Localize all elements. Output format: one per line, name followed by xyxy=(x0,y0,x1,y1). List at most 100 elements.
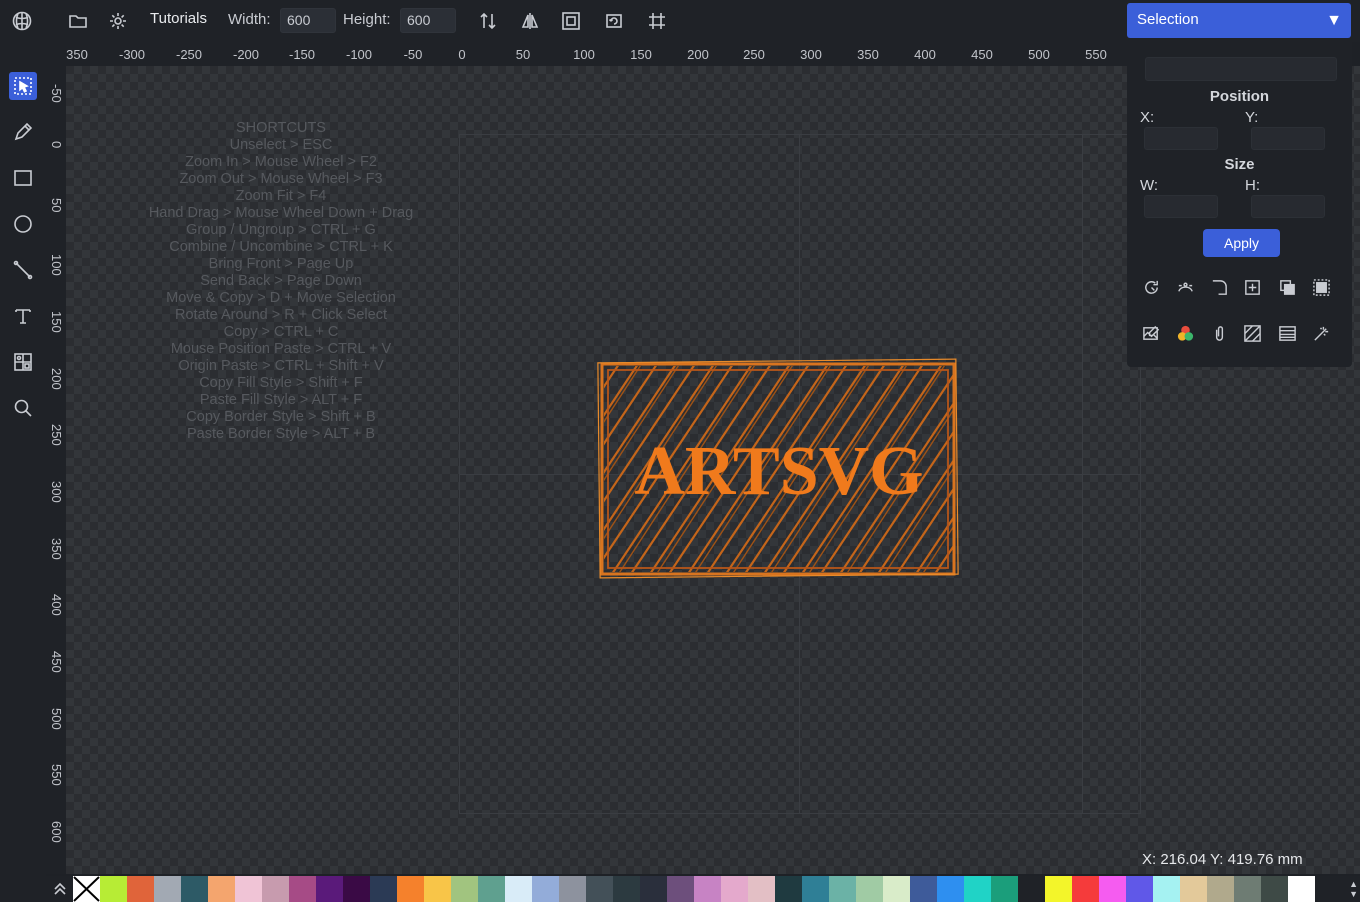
clip-icon[interactable] xyxy=(1208,322,1230,344)
color-swatch[interactable] xyxy=(451,876,478,902)
color-swatch[interactable] xyxy=(1018,876,1045,902)
color-swatch[interactable] xyxy=(559,876,586,902)
rectangle-tool-icon[interactable] xyxy=(9,164,37,192)
ruler-top-tick: -50 xyxy=(403,47,423,62)
chevron-up-icon[interactable] xyxy=(52,881,68,897)
crop-grid-icon[interactable] xyxy=(645,9,669,33)
color-swatch[interactable] xyxy=(883,876,910,902)
select-all-icon[interactable] xyxy=(1310,276,1332,298)
ruler-left-tick: 600 xyxy=(49,821,64,843)
color-swatch[interactable] xyxy=(748,876,775,902)
folder-icon[interactable] xyxy=(66,9,90,33)
color-swatch[interactable] xyxy=(289,876,316,902)
color-swatch[interactable] xyxy=(1099,876,1126,902)
color-swatch[interactable] xyxy=(1261,876,1288,902)
width-label: Width: xyxy=(228,11,271,28)
height-input[interactable]: 600 xyxy=(400,8,456,33)
color-swatch[interactable] xyxy=(1153,876,1180,902)
color-swatch[interactable] xyxy=(1288,876,1315,902)
image-edit-icon[interactable] xyxy=(1140,322,1162,344)
tutorials-link[interactable]: Tutorials xyxy=(150,10,207,27)
hatch-fill-icon[interactable] xyxy=(1241,322,1263,344)
line-tool-icon[interactable] xyxy=(9,256,37,284)
color-swatch[interactable] xyxy=(1072,876,1099,902)
select-tool-icon[interactable] xyxy=(9,72,37,100)
color-swatch[interactable] xyxy=(370,876,397,902)
color-swatch[interactable] xyxy=(829,876,856,902)
shortcut-item: Unselect > ESC xyxy=(229,137,333,153)
ruler-left-tick: 500 xyxy=(49,708,64,730)
color-swatch[interactable] xyxy=(1126,876,1153,902)
size-h-input[interactable] xyxy=(1251,195,1325,218)
color-swatch[interactable] xyxy=(235,876,262,902)
zoom-tool-icon[interactable] xyxy=(9,394,37,422)
size-w-input[interactable] xyxy=(1144,195,1218,218)
ruler-left-tick: 450 xyxy=(49,651,64,673)
gallery-tool-icon[interactable] xyxy=(9,348,37,376)
color-swatch[interactable] xyxy=(640,876,667,902)
color-swatch[interactable] xyxy=(343,876,370,902)
ellipse-tool-icon[interactable] xyxy=(9,210,37,238)
color-swatch[interactable] xyxy=(181,876,208,902)
selection-dropdown[interactable]: Selection ▼ xyxy=(1127,3,1351,38)
color-swatch[interactable] xyxy=(1045,876,1072,902)
corner-icon[interactable] xyxy=(1208,276,1230,298)
color-swatch[interactable] xyxy=(802,876,829,902)
ruler-left-tick: 150 xyxy=(49,311,64,333)
add-box-icon[interactable] xyxy=(1241,276,1263,298)
color-swatch[interactable] xyxy=(613,876,640,902)
layers-icon[interactable] xyxy=(1276,276,1298,298)
color-swatch[interactable] xyxy=(208,876,235,902)
color-swatch[interactable] xyxy=(397,876,424,902)
color-swatch[interactable] xyxy=(721,876,748,902)
refresh-shape-icon[interactable] xyxy=(1140,276,1162,298)
shortcut-item: Rotate Around > R + Click Select xyxy=(175,307,387,323)
color-swatch[interactable] xyxy=(964,876,991,902)
shortcut-item: Hand Drag > Mouse Wheel Down + Drag xyxy=(148,205,414,221)
path-nodes-icon[interactable] xyxy=(1174,276,1196,298)
color-swatch[interactable] xyxy=(1180,876,1207,902)
flip-horizontal-icon[interactable] xyxy=(518,9,542,33)
object-name-input[interactable] xyxy=(1145,57,1337,81)
color-swatch[interactable] xyxy=(100,876,127,902)
color-swatch[interactable] xyxy=(937,876,964,902)
vertical-align-icon[interactable] xyxy=(476,9,500,33)
color-circles-icon[interactable] xyxy=(1174,322,1196,344)
text-tool-icon[interactable] xyxy=(9,302,37,330)
color-swatch[interactable] xyxy=(478,876,505,902)
position-x-input[interactable] xyxy=(1144,127,1218,150)
ruler-left: -50 0 50 100 150 200 250 300 350 400 450 500 550 600 xyxy=(46,66,66,874)
color-swatch[interactable] xyxy=(694,876,721,902)
ruler-top-tick: -150 xyxy=(288,47,316,62)
color-swatch[interactable] xyxy=(910,876,937,902)
color-swatch[interactable] xyxy=(1207,876,1234,902)
width-input[interactable]: 600 xyxy=(280,8,336,33)
no-color-swatch[interactable] xyxy=(73,876,100,902)
color-swatch[interactable] xyxy=(127,876,154,902)
app-logo-icon[interactable] xyxy=(10,9,34,33)
color-swatch[interactable] xyxy=(856,876,883,902)
color-swatch[interactable] xyxy=(316,876,343,902)
color-swatch[interactable] xyxy=(532,876,559,902)
palette-scroll-icon[interactable]: ▲ ▼ xyxy=(1349,879,1358,899)
magic-wand-icon[interactable] xyxy=(1310,322,1332,344)
color-swatch[interactable] xyxy=(991,876,1018,902)
artsvg-logo-artwork[interactable]: ARTSVG xyxy=(596,356,962,582)
position-y-input[interactable] xyxy=(1251,127,1325,150)
apply-button[interactable]: Apply xyxy=(1203,229,1280,257)
color-swatch[interactable] xyxy=(1234,876,1261,902)
color-swatch[interactable] xyxy=(262,876,289,902)
rotate-frame-icon[interactable] xyxy=(602,9,626,33)
pattern-fill-icon[interactable] xyxy=(1276,322,1298,344)
color-swatch[interactable] xyxy=(586,876,613,902)
color-swatch[interactable] xyxy=(505,876,532,902)
gear-icon[interactable] xyxy=(106,9,130,33)
shortcut-item: Move & Copy > D + Move Selection xyxy=(166,290,396,306)
shortcut-item: Copy Fill Style > Shift + F xyxy=(199,375,363,391)
pencil-tool-icon[interactable] xyxy=(9,118,37,146)
color-swatch[interactable] xyxy=(775,876,802,902)
color-swatch[interactable] xyxy=(424,876,451,902)
fit-frame-icon[interactable] xyxy=(559,9,583,33)
color-swatch[interactable] xyxy=(667,876,694,902)
color-swatch[interactable] xyxy=(154,876,181,902)
